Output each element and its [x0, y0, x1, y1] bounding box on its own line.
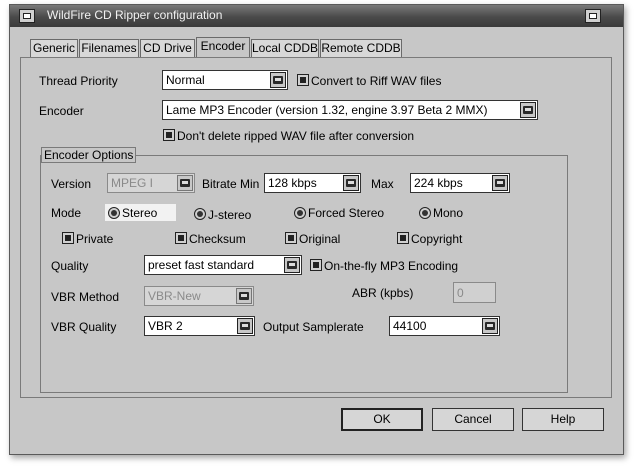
- chevron-down-icon[interactable]: [520, 102, 536, 118]
- mode-forced-stereo-label: Forced Stereo: [308, 206, 385, 220]
- quality-select[interactable]: preset fast standard: [144, 255, 302, 275]
- mode-label: Mode: [51, 206, 82, 220]
- bitrate-min-label: Bitrate Min: [202, 177, 260, 191]
- version-select[interactable]: MPEG I: [107, 173, 195, 193]
- quality-value: preset fast standard: [148, 258, 255, 272]
- bitrate-max-value: 224 kbps: [414, 176, 463, 190]
- copyright-checkbox[interactable]: [397, 232, 409, 244]
- private-label: Private: [76, 232, 114, 246]
- vbr-quality-label: VBR Quality: [51, 320, 117, 334]
- encoder-options-title: Encoder Options: [41, 147, 137, 163]
- tab-generic[interactable]: Generic: [30, 39, 78, 57]
- tab-local-cddb[interactable]: Local CDDB: [251, 39, 319, 57]
- mode-mono-label: Mono: [433, 206, 464, 220]
- thread-priority-label: Thread Priority: [39, 74, 118, 88]
- chevron-down-icon[interactable]: [236, 288, 252, 304]
- help-button[interactable]: Help: [522, 408, 604, 431]
- convert-riff-label: Convert to Riff WAV files: [311, 74, 442, 88]
- thread-priority-value: Normal: [166, 73, 205, 87]
- vbr-method-label: VBR Method: [51, 290, 120, 304]
- vbr-method-value: VBR-New: [148, 289, 201, 303]
- chevron-down-icon[interactable]: [343, 175, 359, 191]
- bitrate-min-value: 128 kbps: [268, 176, 317, 190]
- chevron-down-icon[interactable]: [237, 318, 253, 334]
- version-label: Version: [51, 177, 92, 191]
- checksum-label: Checksum: [189, 232, 246, 246]
- abr-input[interactable]: 0: [453, 282, 496, 303]
- chevron-down-icon[interactable]: [270, 72, 286, 88]
- vbr-method-select[interactable]: VBR-New: [144, 286, 254, 306]
- mode-mono-radio[interactable]: [419, 207, 431, 219]
- output-samplerate-select[interactable]: 44100: [389, 316, 500, 336]
- encoder-select[interactable]: Lame MP3 Encoder (version 1.32, engine 3…: [162, 100, 538, 120]
- original-label: Original: [299, 232, 341, 246]
- window-title: WildFire CD Ripper configuration: [47, 8, 223, 22]
- system-menu-icon[interactable]: [19, 9, 35, 23]
- mode-stereo-radio[interactable]: [108, 207, 120, 219]
- mode-forced-stereo-radio[interactable]: [294, 207, 306, 219]
- bitrate-min-select[interactable]: 128 kbps: [264, 173, 361, 193]
- on-the-fly-checkbox[interactable]: [310, 259, 322, 271]
- bitrate-max-select[interactable]: 224 kbps: [410, 173, 510, 193]
- ok-button[interactable]: OK: [341, 408, 423, 431]
- private-checkbox[interactable]: [62, 232, 74, 244]
- chevron-down-icon[interactable]: [482, 318, 498, 334]
- quality-label: Quality: [51, 259, 89, 273]
- cancel-button[interactable]: Cancel: [432, 408, 514, 431]
- encoder-label: Encoder: [39, 104, 84, 118]
- thread-priority-select[interactable]: Normal: [162, 70, 288, 90]
- title-bar[interactable]: WildFire CD Ripper configuration: [10, 5, 623, 27]
- on-the-fly-label: On-the-fly MP3 Encoding: [324, 259, 459, 273]
- mode-stereo-label: Stereo: [122, 206, 158, 220]
- abr-label: ABR (kpbs): [352, 286, 414, 300]
- dont-delete-wav-label: Don't delete ripped WAV file after conve…: [177, 129, 415, 143]
- output-samplerate-value: 44100: [393, 319, 427, 333]
- chevron-down-icon[interactable]: [492, 175, 508, 191]
- checksum-checkbox[interactable]: [175, 232, 187, 244]
- tab-cd-drive[interactable]: CD Drive: [140, 39, 195, 57]
- output-samplerate-label: Output Samplerate: [263, 320, 364, 334]
- chevron-down-icon[interactable]: [284, 257, 300, 273]
- tab-encoder[interactable]: Encoder: [196, 37, 250, 58]
- dont-delete-wav-checkbox[interactable]: [163, 129, 175, 141]
- mode-jstereo-radio[interactable]: [194, 208, 206, 220]
- abr-value: 0: [457, 286, 464, 300]
- encoder-value: Lame MP3 Encoder (version 1.32, engine 3…: [166, 103, 488, 117]
- vbr-quality-value: VBR 2: [148, 319, 183, 333]
- tab-filenames[interactable]: Filenames: [79, 39, 139, 57]
- version-value: MPEG I: [111, 176, 154, 190]
- convert-riff-checkbox[interactable]: [297, 74, 309, 86]
- tab-remote-cddb[interactable]: Remote CDDB: [320, 39, 402, 57]
- maximize-icon[interactable]: [585, 9, 601, 23]
- original-checkbox[interactable]: [285, 232, 297, 244]
- vbr-quality-select[interactable]: VBR 2: [144, 316, 255, 336]
- chevron-down-icon[interactable]: [177, 175, 193, 191]
- bitrate-max-label: Max: [371, 177, 394, 191]
- copyright-label: Copyright: [411, 232, 463, 246]
- mode-jstereo-label: J-stereo: [208, 208, 252, 222]
